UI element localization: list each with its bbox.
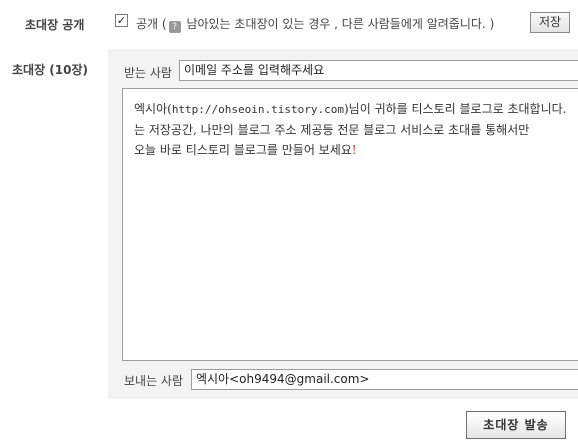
invite-count-label: 초대장 (10장) bbox=[12, 63, 89, 77]
sender-input[interactable]: 엑시아<oh9494@gmail.com> bbox=[191, 369, 578, 390]
public-checkbox[interactable]: ✓ bbox=[115, 14, 128, 27]
help-icon: ? bbox=[168, 21, 181, 33]
send-invite-button[interactable]: 초대장 발송 bbox=[466, 411, 566, 439]
paren-open: ( bbox=[161, 17, 167, 31]
save-button[interactable]: 저장 bbox=[530, 12, 570, 33]
recipient-email-input[interactable]: 이메일 주소를 입력해주세요 bbox=[179, 60, 578, 81]
invite-open-row: 초대장 공개 ✓ 공개 (? 남아있는 초대장이 있는 경우 , 다른 사람들에… bbox=[0, 0, 578, 46]
paren-close: ) bbox=[489, 17, 495, 31]
invite-message-textarea[interactable]: 엑시아(http://ohseoin.tistory.com)님이 귀하를 티스… bbox=[122, 88, 578, 361]
sender-label: 보내는 사람 bbox=[124, 374, 184, 388]
public-note: 남아있는 초대장이 있는 경우 , 다른 사람들에게 알려줍니다. bbox=[186, 17, 486, 31]
blog-url: http://ohseoin.tistory.com bbox=[171, 103, 344, 116]
invite-open-label: 초대장 공개 bbox=[25, 18, 85, 32]
public-checkbox-label[interactable]: 공개 bbox=[136, 17, 158, 31]
invite-message-text: 엑시아(http://ohseoin.tistory.com)님이 귀하를 티스… bbox=[134, 99, 578, 160]
message-line-3: 오늘 바로 티스토리 블로그를 만들어 보세요! bbox=[134, 143, 357, 157]
message-line-2: 는 저장공간, 나만의 블로그 주소 제공등 전문 블로그 서비스로 초대를 통… bbox=[134, 123, 530, 137]
recipient-label: 받는 사람 bbox=[124, 66, 172, 80]
public-option-text: 공개 (? 남아있는 초대장이 있는 경우 , 다른 사람들에게 알려줍니다. … bbox=[136, 15, 494, 33]
message-line-1: 엑시아(http://ohseoin.tistory.com)님이 귀하를 티스… bbox=[134, 102, 567, 116]
